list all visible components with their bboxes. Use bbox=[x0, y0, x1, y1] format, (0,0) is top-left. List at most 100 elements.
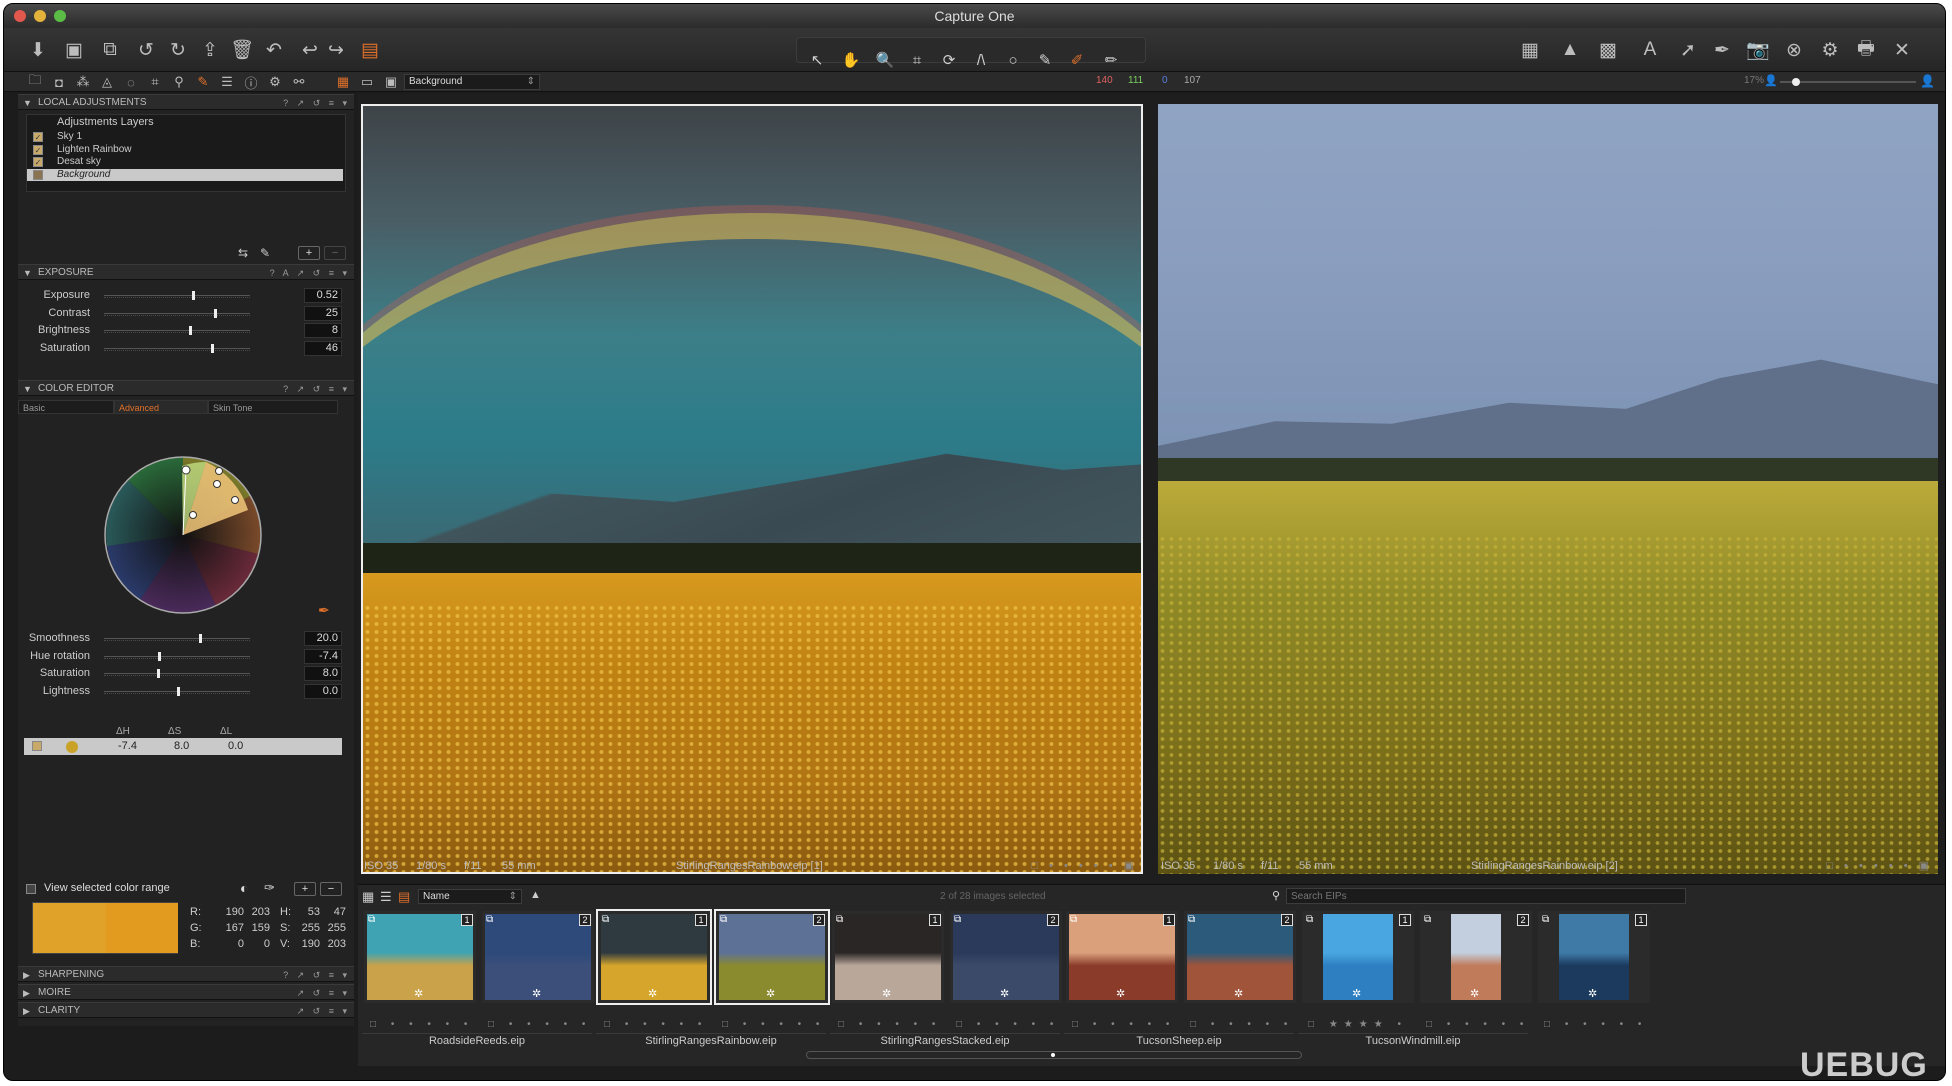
delta-row[interactable]: -7.4 8.0 0.0 bbox=[24, 738, 342, 755]
rating-dots[interactable]: □ • • • • • bbox=[956, 1019, 1059, 1031]
composition-tab-icon[interactable]: ⌗ bbox=[146, 74, 164, 90]
batch-tab-icon[interactable]: ⚯ bbox=[290, 74, 308, 90]
slider-value-field[interactable]: 25 bbox=[304, 305, 342, 321]
add-layer-button[interactable]: + bbox=[298, 246, 320, 260]
undo-all-icon[interactable]: ↶ bbox=[260, 36, 288, 64]
brush-icon[interactable]: ✎ bbox=[260, 246, 270, 260]
slider-value-field[interactable]: 0.0 bbox=[304, 683, 342, 699]
local-adjustments-header[interactable]: ▼ LOCAL ADJUSTMENTS? ↗ ↺ ≡ ▾ bbox=[18, 94, 354, 110]
details-tab-icon[interactable]: ⚲ bbox=[170, 74, 188, 90]
trash-icon[interactable]: 🗑 bbox=[228, 36, 256, 64]
lens-tab-icon[interactable]: ◌ bbox=[122, 74, 140, 90]
slider-track[interactable] bbox=[104, 330, 250, 331]
rotate-tool-icon[interactable]: ⟳ bbox=[937, 46, 961, 74]
slider-thumb[interactable] bbox=[156, 669, 160, 678]
undo-icon[interactable]: ↩ bbox=[296, 36, 324, 64]
slider-value-field[interactable]: 8.0 bbox=[304, 666, 342, 681]
thumbnail[interactable]: 1 ⧉ ✲ bbox=[596, 909, 712, 1005]
capture-icon[interactable]: ▣ bbox=[60, 36, 88, 64]
layer-checkbox[interactable]: ✓ bbox=[33, 132, 43, 142]
select-tool-icon[interactable]: ↖ bbox=[805, 46, 829, 74]
rating-dots[interactable]: □ • • • • • bbox=[1544, 1019, 1647, 1031]
rating-dots[interactable]: □ • • • • • bbox=[1190, 1019, 1293, 1031]
primary-image[interactable] bbox=[361, 104, 1143, 874]
slider-track[interactable] bbox=[104, 312, 250, 314]
variant-select[interactable]: Background ⇕ bbox=[404, 74, 540, 90]
move-to-folder-icon[interactable]: ⇪ bbox=[196, 36, 224, 64]
pen-icon[interactable]: ✒ bbox=[1708, 36, 1736, 64]
minimize-window-button[interactable] bbox=[34, 10, 46, 22]
rating-dots[interactable]: □ • • • • • bbox=[488, 1019, 591, 1031]
add-range-button[interactable]: + bbox=[294, 882, 316, 896]
tab-advanced[interactable]: Advanced bbox=[114, 400, 208, 414]
thumbnail[interactable]: 2 ⧉ ✲ bbox=[1184, 911, 1296, 1003]
thumbnail[interactable]: 2 ⧉ ✲ bbox=[950, 911, 1062, 1003]
local-adjustments-tab-icon[interactable]: ✎ bbox=[194, 74, 212, 90]
library-tab-icon[interactable]: 🗀 bbox=[26, 72, 44, 90]
thumbnail[interactable]: 1 ⧉ ✲ bbox=[1066, 911, 1178, 1003]
capture-tab-icon[interactable]: ◘ bbox=[50, 74, 68, 90]
slider-value-field[interactable]: 46 bbox=[304, 340, 342, 356]
stack-icon[interactable]: ▤ bbox=[356, 36, 384, 64]
clarity-header[interactable]: ▶ CLARITY ↗ ↺ ≡ ▾ bbox=[18, 1002, 354, 1018]
pan-tool-icon[interactable]: ✋ bbox=[839, 46, 863, 74]
layer-item[interactable]: ✓ Desat sky bbox=[27, 156, 343, 168]
browser-scrollbar[interactable] bbox=[806, 1051, 1302, 1059]
rating-dots[interactable]: □ • • • • • bbox=[722, 1019, 825, 1031]
list-view-icon[interactable]: ☰ bbox=[380, 889, 392, 905]
slider-value-field[interactable]: 20.0 bbox=[304, 631, 342, 646]
rotate-right-icon[interactable]: ↻ bbox=[164, 36, 192, 64]
slider-track[interactable] bbox=[104, 638, 250, 639]
slider-thumb[interactable] bbox=[188, 326, 192, 335]
slider-track[interactable] bbox=[104, 347, 250, 349]
text-icon[interactable]: A bbox=[1636, 36, 1664, 64]
thumbnail[interactable]: 2 ⧉ ✲ bbox=[1420, 911, 1532, 1003]
camera-icon[interactable]: 📷 bbox=[1744, 36, 1772, 64]
slider-value-field[interactable]: 8 bbox=[304, 323, 342, 338]
arrow-icon[interactable]: ➚ bbox=[1674, 36, 1702, 64]
output-tab-icon[interactable]: ⚙ bbox=[266, 74, 284, 90]
grid-view-icon[interactable]: ▦ bbox=[1516, 36, 1544, 64]
exposure-header[interactable]: ▼ EXPOSURE? A ↗ ↺ ≡ ▾ bbox=[18, 264, 354, 280]
search-input[interactable] bbox=[1286, 888, 1686, 904]
tools-icon[interactable]: ✕ bbox=[1888, 36, 1916, 64]
slider-track[interactable] bbox=[104, 655, 250, 657]
eyedropper-icon[interactable]: ✑ bbox=[264, 880, 275, 896]
slider-thumb[interactable] bbox=[191, 291, 195, 300]
color-wheel[interactable] bbox=[98, 450, 268, 620]
spot-tool-icon[interactable]: ○ bbox=[1001, 46, 1025, 74]
brush-tool-icon[interactable]: ✐ bbox=[1065, 46, 1089, 74]
sort-direction-icon[interactable]: ▲ bbox=[530, 889, 541, 901]
color-editor-header[interactable]: ▼ COLOR EDITOR? ↗ ↺ ≡ ▾ bbox=[18, 380, 354, 396]
filmstrip-view-icon[interactable]: ▤ bbox=[398, 889, 410, 905]
rating-dots[interactable]: □ • • • • • bbox=[604, 1019, 707, 1031]
picker-tool-icon[interactable]: ✎ bbox=[1033, 46, 1057, 74]
remove-layer-button[interactable]: − bbox=[324, 246, 346, 260]
thumbnail[interactable]: 2 ⧉ ✲ bbox=[482, 911, 594, 1003]
grid-layout-icon[interactable]: ▦ bbox=[334, 74, 352, 90]
layer-checkbox[interactable] bbox=[33, 169, 43, 180]
slider-thumb[interactable] bbox=[177, 686, 180, 696]
thumbnail[interactable]: 1 ⧉ ✲ bbox=[832, 911, 944, 1003]
layer-item[interactable]: ✓ Lighten Rainbow bbox=[27, 144, 343, 156]
slider-track[interactable] bbox=[104, 295, 250, 296]
thumbnail[interactable]: 1 ⧉ ✲ bbox=[364, 911, 476, 1003]
sort-select[interactable]: Name ⇕ bbox=[418, 889, 522, 904]
metadata-tab-icon[interactable]: ⓘ bbox=[242, 74, 260, 91]
close-window-button[interactable] bbox=[14, 10, 26, 22]
zoom-slider[interactable] bbox=[1780, 78, 1916, 86]
rating-dots[interactable]: □ • • • • • bbox=[370, 1019, 473, 1031]
print-icon[interactable]: 🖶 bbox=[1852, 36, 1880, 64]
import-icon[interactable]: ⬇ bbox=[24, 36, 52, 64]
slider-thumb[interactable] bbox=[198, 634, 202, 643]
layer-item[interactable]: ✓ Sky 1 bbox=[27, 131, 343, 143]
zoom-window-button[interactable] bbox=[54, 10, 66, 22]
tab-skin-tone[interactable]: Skin Tone bbox=[208, 400, 338, 414]
sharpening-header[interactable]: ▶ SHARPENING? ↗ ↺ ≡ ▾ bbox=[18, 966, 354, 982]
rating-dots[interactable]: □ • • • • • bbox=[838, 1019, 941, 1031]
exposure-tab-icon[interactable]: ◬ bbox=[98, 74, 116, 90]
thumbnail[interactable]: 1 ⧉ ✲ bbox=[1538, 911, 1650, 1003]
remove-range-button[interactable]: − bbox=[320, 882, 342, 896]
rating-dots[interactable]: □ • • • • • bbox=[1426, 1019, 1529, 1031]
layer-checkbox[interactable]: ✓ bbox=[33, 157, 43, 167]
